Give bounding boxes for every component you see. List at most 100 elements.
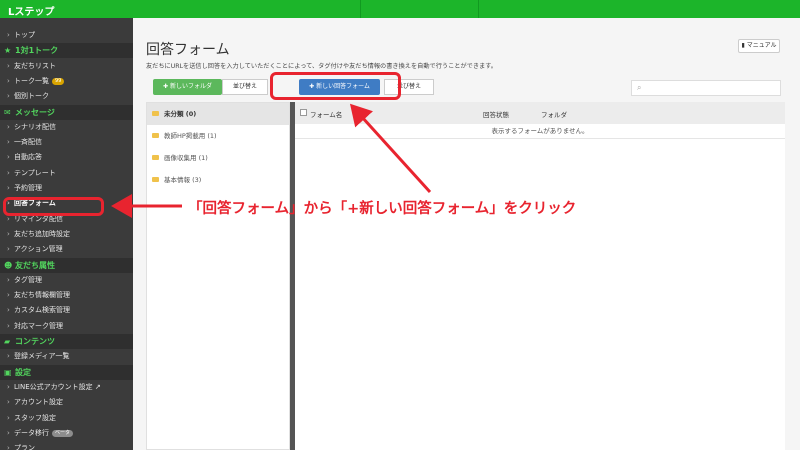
folder-item[interactable]: 教師HP掲載用 (1) <box>147 125 289 147</box>
chevron-right-icon: › <box>7 31 10 39</box>
sidebar-item-label: カスタム検索管理 <box>14 306 70 315</box>
chevron-right-icon: › <box>7 382 10 391</box>
chevron-right-icon: › <box>7 229 10 238</box>
sidebar-section: ▣ 設定 <box>0 364 133 380</box>
top-bar: Lステップ <box>0 0 800 18</box>
empty-message: 表示するフォームがありません。 <box>295 124 785 139</box>
sidebar-item-label: トーク一覧 <box>14 76 49 85</box>
sidebar-section: ★ 1対1トーク <box>0 43 133 59</box>
folder-icon <box>152 133 159 138</box>
sidebar-item-label: 友だちリスト <box>14 61 56 70</box>
chevron-right-icon: › <box>7 428 10 437</box>
sidebar-item[interactable]: › シナリオ配信 <box>0 120 133 135</box>
chevron-right-icon: › <box>7 92 10 101</box>
sidebar-item-label: アカウント設定 <box>14 398 63 407</box>
chevron-right-icon: › <box>7 413 10 422</box>
folder-label: 基本情報 (3) <box>164 176 202 184</box>
folder-label: 未分類 (0) <box>164 110 197 118</box>
star-icon: ★ <box>4 46 12 56</box>
sidebar-item[interactable]: › 登録メディア一覧 <box>0 349 133 364</box>
mail-icon: ✉ <box>4 107 11 117</box>
chevron-right-icon: › <box>7 184 10 192</box>
folder-icon: ▰ <box>4 337 11 346</box>
sidebar-section: ▰ コンテンツ <box>0 334 133 349</box>
sidebar-section-label: 設定 <box>15 367 31 377</box>
sidebar-item[interactable]: › スタッフ設定 <box>0 411 133 426</box>
brand-logo[interactable]: Lステップ <box>8 3 54 18</box>
sidebar-section-label: コンテンツ <box>15 337 55 346</box>
sidebar-item[interactable]: › データ移行 ベータ <box>0 426 133 441</box>
select-all-checkbox[interactable] <box>300 109 307 116</box>
people-icon: ☻ <box>4 260 13 270</box>
chevron-right-icon: › <box>7 168 10 177</box>
folder-item[interactable]: 未分類 (0) <box>147 103 289 125</box>
sidebar-section-label: 友だち属性 <box>15 260 55 270</box>
chevron-right-icon: › <box>7 122 10 131</box>
sidebar-item[interactable]: › 友だち追加時設定 <box>0 227 133 242</box>
sidebar-item-label: プラン <box>14 444 35 450</box>
folder-item[interactable]: 画像収集用 (1) <box>147 147 289 169</box>
chevron-right-icon: › <box>7 291 10 300</box>
chevron-right-icon: › <box>7 352 10 361</box>
sidebar-item-label: トップ <box>14 31 35 39</box>
page-description: 友だちにURLを送信し回答を入力していただくことによって、タグ付けや友だち情報の… <box>146 63 497 70</box>
sidebar-item[interactable]: › 予約管理 <box>0 181 133 196</box>
sidebar-item-label: 一斉配信 <box>14 138 42 147</box>
folder-list: 未分類 (0) 教師HP掲載用 (1) 画像収集用 (1) 基本情報 (3) <box>146 102 290 450</box>
sidebar-item-label: 個別トーク <box>14 92 49 101</box>
topbar-divider <box>478 0 479 18</box>
sidebar-item[interactable]: › トップ <box>0 28 133 43</box>
chevron-right-icon: › <box>7 138 10 147</box>
sidebar-item[interactable]: › テンプレート <box>0 166 133 181</box>
column-form-name[interactable]: フォーム名 <box>310 109 342 119</box>
sidebar-item[interactable]: › タグ管理 <box>0 273 133 288</box>
sidebar-item-label: 登録メディア一覧 <box>14 352 70 361</box>
plus-icon: ✚ <box>163 83 169 90</box>
book-icon: ▮ <box>741 42 745 49</box>
folder-icon <box>152 155 159 160</box>
sidebar-item-label: データ移行 <box>14 428 49 437</box>
sidebar: › トップ ★ 1対1トーク › 友だちリスト › トーク一覧 99 › 個別トーク ✉ メッセージ › シ… <box>0 18 133 450</box>
sidebar-item[interactable]: › 友だちリスト <box>0 59 133 74</box>
sidebar-item[interactable]: › アカウント設定 <box>0 395 133 410</box>
sidebar-item-label: 予約管理 <box>14 184 42 192</box>
sidebar-item-label: 自動応答 <box>14 153 42 162</box>
folder-label: 教師HP掲載用 (1) <box>164 132 217 140</box>
sidebar-item[interactable]: › 個別トーク <box>0 89 133 104</box>
new-folder-label: 新しいフォルダ <box>169 83 212 90</box>
settings-icon: ▣ <box>4 367 12 377</box>
sidebar-item[interactable]: › アクション管理 <box>0 242 133 257</box>
sort-folders-button[interactable]: 並び替え <box>222 79 268 95</box>
chevron-right-icon: › <box>7 321 10 330</box>
sidebar-item[interactable]: › 対応マーク管理 <box>0 319 133 334</box>
manual-button[interactable]: ▮ マニュアル <box>738 39 780 53</box>
folder-icon <box>152 177 159 182</box>
sidebar-item[interactable]: › 一斉配信 <box>0 135 133 150</box>
sidebar-item[interactable]: › カスタム検索管理 <box>0 303 133 318</box>
sidebar-item[interactable]: › 自動応答 <box>0 150 133 165</box>
sidebar-badge: ベータ <box>52 429 74 437</box>
chevron-right-icon: › <box>7 245 10 254</box>
topbar-divider <box>360 0 361 18</box>
sidebar-item[interactable]: › 友だち情報欄管理 <box>0 288 133 303</box>
sidebar-item-label: LINE公式アカウント設定 ↗ <box>14 382 101 391</box>
sidebar-item-label: シナリオ配信 <box>14 122 56 131</box>
sidebar-item-label: テンプレート <box>14 168 56 177</box>
chevron-right-icon: › <box>7 275 10 284</box>
folder-item[interactable]: 基本情報 (3) <box>147 169 289 191</box>
sidebar-section: ✉ メッセージ <box>0 104 133 120</box>
sidebar-item[interactable]: › プラン <box>0 441 133 450</box>
chevron-right-icon: › <box>7 76 10 85</box>
chevron-right-icon: › <box>7 398 10 407</box>
sidebar-section-label: 1対1トーク <box>15 46 59 56</box>
sidebar-item-label: スタッフ設定 <box>14 413 56 422</box>
new-folder-button[interactable]: ✚ 新しいフォルダ <box>153 79 222 95</box>
search-input[interactable]: ⌕ <box>631 80 781 96</box>
sidebar-item[interactable]: › LINE公式アカウント設定 ↗ <box>0 380 133 395</box>
column-folder: フォルダ <box>541 111 567 119</box>
sidebar-item[interactable]: › トーク一覧 99 <box>0 74 133 89</box>
highlight-sidebar-answer-form <box>3 197 104 216</box>
sidebar-item-label: アクション管理 <box>14 245 63 254</box>
sidebar-badge: 99 <box>52 77 65 85</box>
chevron-right-icon: › <box>7 61 10 70</box>
